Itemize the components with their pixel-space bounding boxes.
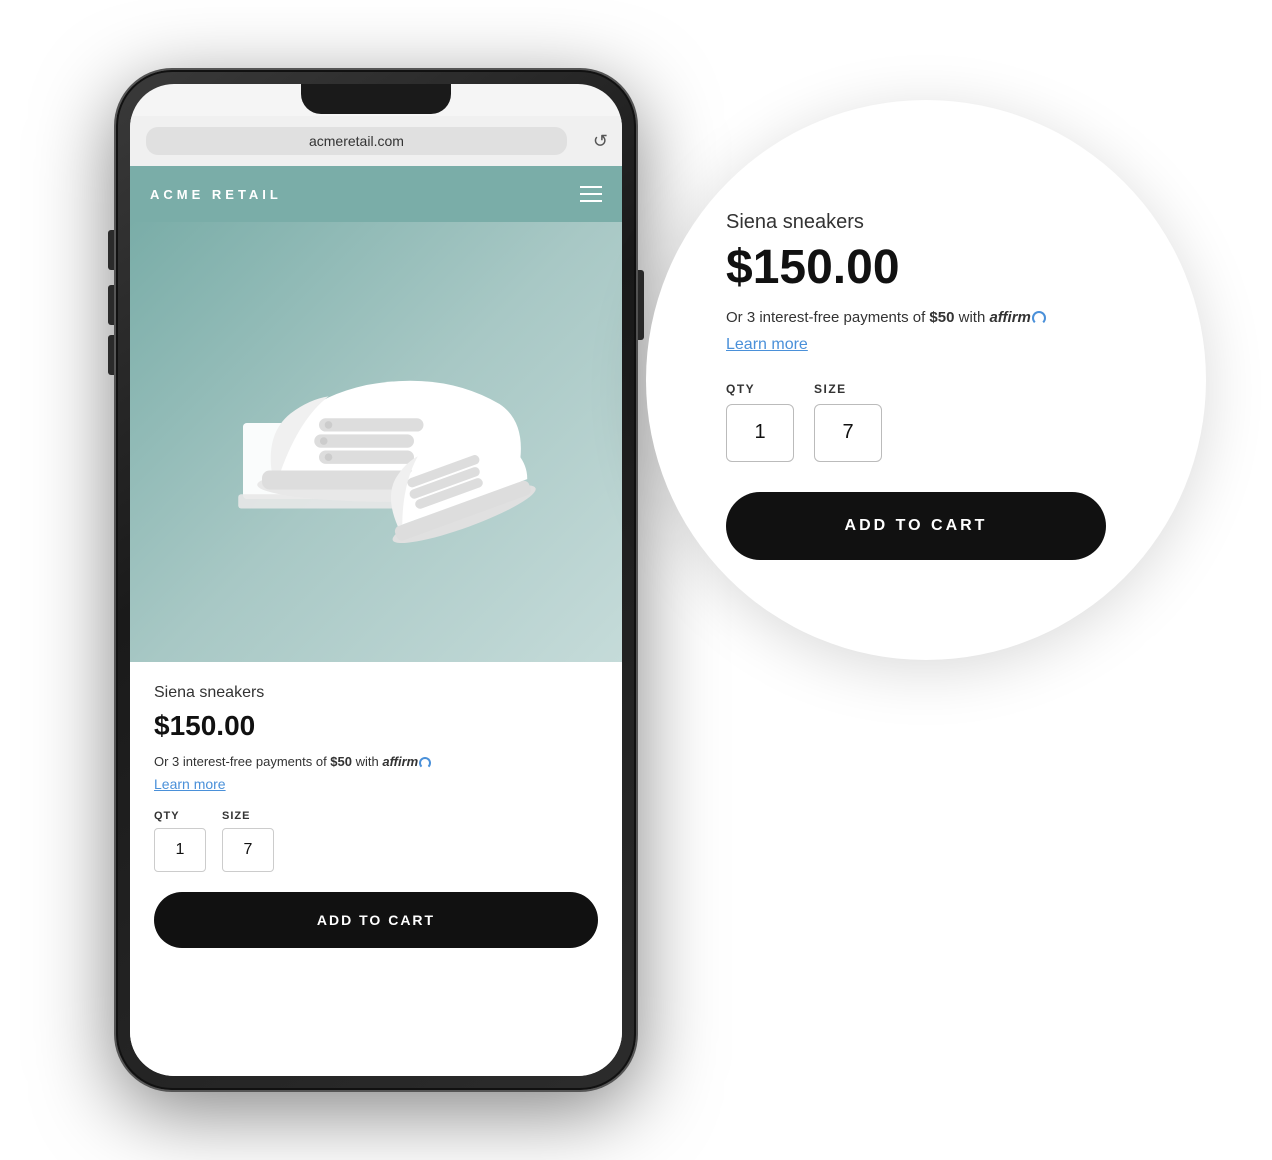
zoom-learn-more-link[interactable]: Learn more [726,336,808,354]
zoom-product-name-text: Siena sneakers [726,211,864,233]
zoom-product-name: Siena sneakers [726,211,864,234]
phone-product-price: $150.00 [154,710,598,742]
zoom-content: Siena sneakers $150.00 Or 3 interest-fre… [646,100,1206,660]
qty-input-small[interactable]: 1 [154,828,206,872]
affirm-prefix: Or 3 interest-free payments of [154,754,330,769]
hamburger-line-1 [580,186,602,188]
phone-device: acmeretail.com ↺ ACME RETAIL [116,70,636,1090]
size-label-small: SIZE [222,810,274,822]
zoom-qty-value: 1 [754,421,765,444]
zoom-size-input[interactable]: 7 [814,404,882,462]
zoom-qty-input[interactable]: 1 [726,404,794,462]
zoom-affirm-text: Or 3 interest-free payments of $50 with … [726,306,1046,330]
add-to-cart-button-small[interactable]: ADD TO CART [154,892,598,948]
zoom-size-value: 7 [842,421,853,444]
zoom-qty-size-row: QTY 1 SIZE 7 [726,382,882,462]
add-to-cart-label-small: ADD TO CART [317,912,435,928]
sneaker-image [186,252,566,632]
phone-frame: acmeretail.com ↺ ACME RETAIL [116,70,636,1090]
size-group-small: SIZE 7 [222,810,274,872]
url-bar[interactable]: acmeretail.com [146,127,567,155]
size-value-small: 7 [244,841,253,859]
zoom-add-to-cart-label: ADD TO CART [845,517,988,535]
scene: acmeretail.com ↺ ACME RETAIL [86,50,1186,1110]
zoom-circle: Siena sneakers $150.00 Or 3 interest-fre… [646,100,1206,660]
browser-bar: acmeretail.com ↺ [130,116,622,166]
affirm-amount: $50 [330,754,352,769]
hamburger-line-2 [580,193,602,195]
zoom-qty-group: QTY 1 [726,382,794,462]
size-input-small[interactable]: 7 [222,828,274,872]
zoom-affirm-suffix: with [954,309,989,326]
product-image-area [130,222,622,662]
affirm-suffix: with [352,754,382,769]
zoom-affirm-circle-icon [1032,311,1046,325]
affirm-circle-icon [419,757,431,769]
zoom-affirm-amount: $50 [929,309,954,326]
site-logo: ACME RETAIL [150,187,282,202]
site-header: ACME RETAIL [130,166,622,222]
phone-product-info: Siena sneakers $150.00 Or 3 interest-fre… [130,662,622,1076]
qty-size-row-small: QTY 1 SIZE 7 [154,810,598,872]
zoom-affirm-prefix: Or 3 interest-free payments of [726,309,929,326]
phone-notch [301,84,451,114]
learn-more-link-small[interactable]: Learn more [154,776,598,792]
affirm-brand: affirm [382,754,418,769]
phone-screen: acmeretail.com ↺ ACME RETAIL [130,84,622,1076]
qty-label-small: QTY [154,810,206,822]
zoom-qty-label: QTY [726,382,794,396]
zoom-size-label: SIZE [814,382,882,396]
zoom-size-group: SIZE 7 [814,382,882,462]
zoom-product-price: $150.00 [726,244,900,292]
zoom-affirm-brand: affirm [989,309,1030,326]
qty-group-small: QTY 1 [154,810,206,872]
hamburger-line-3 [580,200,602,202]
phone-affirm-text: Or 3 interest-free payments of $50 with … [154,752,598,772]
qty-value-small: 1 [176,841,185,859]
phone-product-name: Siena sneakers [154,684,598,702]
refresh-icon[interactable]: ↺ [593,131,608,152]
hamburger-menu[interactable] [580,186,602,202]
zoom-add-to-cart-button[interactable]: ADD TO CART [726,492,1106,560]
